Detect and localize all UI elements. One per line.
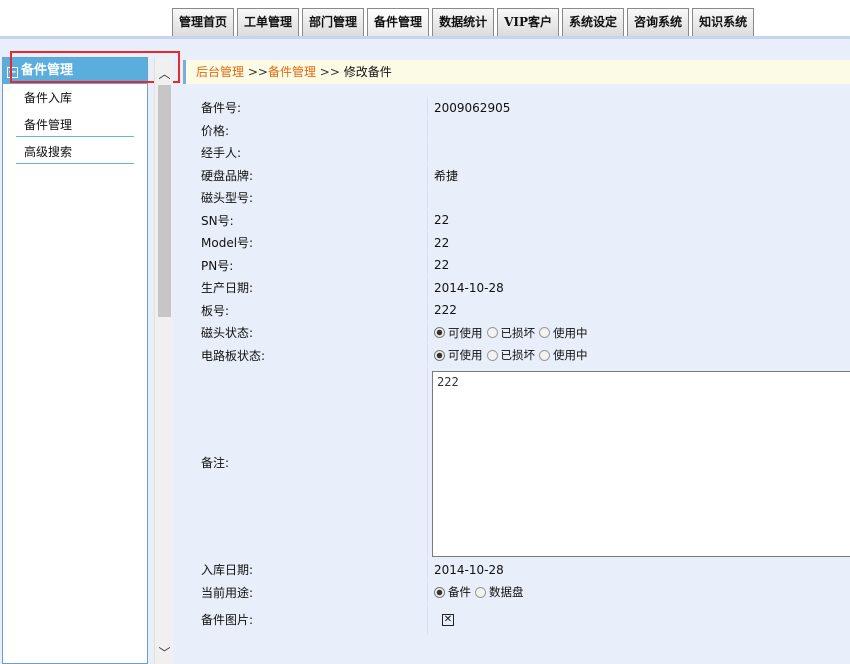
form-row-disk-brand: 硬盘品牌: 希捷	[196, 164, 850, 187]
radio-board-usable[interactable]	[434, 349, 445, 361]
field-label: 备件号:	[201, 101, 242, 115]
radio-head-damaged[interactable]	[486, 327, 498, 338]
form-row-image: 备件图片: ✕	[196, 604, 850, 636]
broken-image-icon: ✕	[442, 613, 454, 626]
tab-vip-customers[interactable]: VIP客户	[497, 8, 560, 36]
usage-radio-group: 备件 数据盘	[427, 581, 850, 603]
tab-departments[interactable]: 部门管理	[302, 8, 365, 36]
radio-usage-spare[interactable]	[434, 586, 445, 598]
form-row-head-model: 磁头型号:	[196, 187, 850, 209]
form-row-board-status: 电路板状态: 可使用 已损坏 使用中	[196, 344, 850, 367]
field-label: SN号:	[201, 213, 234, 228]
field-label: 板号:	[201, 303, 230, 318]
breadcrumb: 后台管理 >>备件管理 >> 修改备件	[183, 60, 850, 84]
radio-usage-data-disk[interactable]	[475, 586, 486, 598]
field-label: 电路板状态:	[201, 348, 266, 363]
tab-spare-parts[interactable]: 备件管理	[367, 8, 430, 36]
pn-value: 22	[427, 254, 850, 276]
field-label: 备注:	[201, 456, 230, 470]
part-no-value: 2009062905	[427, 97, 850, 118]
price-value	[427, 119, 850, 141]
sidebar: − 备件管理 备件入库 备件管理 高级搜索	[2, 57, 148, 664]
sidebar-item-label: 备件入库	[24, 91, 73, 105]
field-label: 硬盘品牌:	[201, 168, 254, 183]
tab-consulting[interactable]: 咨询系统	[627, 8, 690, 36]
head-model-value	[427, 187, 850, 208]
field-label: 入库日期:	[201, 563, 254, 577]
field-label: 磁头状态:	[201, 326, 254, 340]
radio-label: 数据盘	[489, 585, 524, 599]
model-value: 22	[427, 232, 850, 253]
form-row-pn: PN号: 22	[196, 254, 850, 277]
field-label: Model号:	[201, 236, 254, 250]
tab-tickets[interactable]: 工单管理	[237, 8, 300, 36]
form-row-price: 价格:	[196, 119, 850, 142]
form-row-stock-date: 入库日期: 2014-10-28	[196, 559, 850, 581]
radio-board-damaged[interactable]	[486, 349, 498, 361]
breadcrumb-current: 修改备件	[343, 65, 392, 79]
radio-board-in-use[interactable]	[539, 349, 550, 361]
stock-date-value: 2014-10-28	[427, 559, 850, 580]
form-row-notes: 备注: 222	[196, 367, 850, 559]
scroll-down-icon[interactable]: ﹀	[155, 642, 174, 664]
form-row-board-no: 板号: 222	[196, 299, 850, 322]
field-label: 备件图片:	[201, 613, 254, 627]
breadcrumb-section-link[interactable]: 备件管理	[268, 65, 316, 79]
divider	[16, 136, 134, 137]
scroll-thumb[interactable]	[158, 85, 171, 317]
breadcrumb-separator: >>	[247, 65, 268, 79]
notes-textarea[interactable]: 222	[432, 371, 850, 557]
radio-label: 已损坏	[500, 325, 536, 340]
mfg-date-value: 2014-10-28	[427, 277, 850, 298]
form-row-handler: 经手人:	[196, 142, 850, 164]
sidebar-scrollbar[interactable]: ︿ ﹀	[154, 57, 173, 664]
radio-label: 已损坏	[500, 348, 536, 362]
radio-label: 可使用	[448, 325, 483, 340]
head-status-radio-group: 可使用 已损坏 使用中	[427, 322, 850, 343]
board-no-value: 222	[427, 299, 850, 321]
board-status-radio-group: 可使用 已损坏 使用中	[427, 344, 850, 366]
top-nav-bar: 管理首页 工单管理 部门管理 备件管理 数据统计 VIP客户 系统设定 咨询系统…	[0, 0, 850, 37]
field-label: 经手人:	[201, 146, 242, 160]
field-label: 当前用途:	[201, 585, 254, 600]
breadcrumb-home-link[interactable]: 后台管理	[196, 65, 244, 79]
sidebar-item-parts-management[interactable]: 备件管理	[16, 113, 134, 137]
form-row-part-no: 备件号: 2009062905	[196, 97, 850, 119]
scroll-up-icon[interactable]: ︿	[155, 63, 174, 85]
field-label: PN号:	[201, 258, 234, 273]
radio-label: 使用中	[553, 348, 588, 362]
field-label: 生产日期:	[201, 281, 254, 295]
disk-brand-value: 希捷	[427, 164, 850, 186]
nav-divider	[0, 36, 850, 39]
radio-label: 使用中	[553, 325, 588, 340]
divider	[16, 163, 134, 164]
tab-statistics[interactable]: 数据统计	[432, 8, 495, 36]
sn-value: 22	[427, 209, 850, 231]
field-label: 磁头型号:	[201, 191, 254, 205]
sidebar-item-parts-stock-in[interactable]: 备件入库	[16, 86, 134, 110]
radio-label: 可使用	[448, 348, 483, 362]
sidebar-item-advanced-search[interactable]: 高级搜索	[16, 140, 134, 164]
sidebar-item-label: 备件管理	[24, 118, 73, 132]
form-row-sn: SN号: 22	[196, 209, 850, 232]
radio-head-in-use[interactable]	[539, 327, 550, 338]
breadcrumb-separator: >>	[319, 65, 340, 79]
form-row-head-status: 磁头状态: 可使用 已损坏 使用中	[196, 322, 850, 344]
radio-head-usable[interactable]	[434, 327, 445, 338]
main-nav-tabs: 管理首页 工单管理 部门管理 备件管理 数据统计 VIP客户 系统设定 咨询系统…	[172, 8, 757, 36]
form-row-model: Model号: 22	[196, 232, 850, 254]
tab-knowledge[interactable]: 知识系统	[692, 8, 755, 36]
radio-label: 备件	[448, 585, 471, 599]
form-row-usage: 当前用途: 备件 数据盘	[196, 581, 850, 604]
form-row-mfg-date: 生产日期: 2014-10-28	[196, 277, 850, 299]
handler-value	[427, 142, 850, 163]
field-label: 价格:	[201, 123, 230, 138]
sidebar-item-label: 高级搜索	[24, 145, 73, 159]
image-cell: ✕	[427, 604, 850, 635]
tab-system-settings[interactable]: 系统设定	[562, 8, 625, 36]
tab-home[interactable]: 管理首页	[172, 8, 235, 36]
